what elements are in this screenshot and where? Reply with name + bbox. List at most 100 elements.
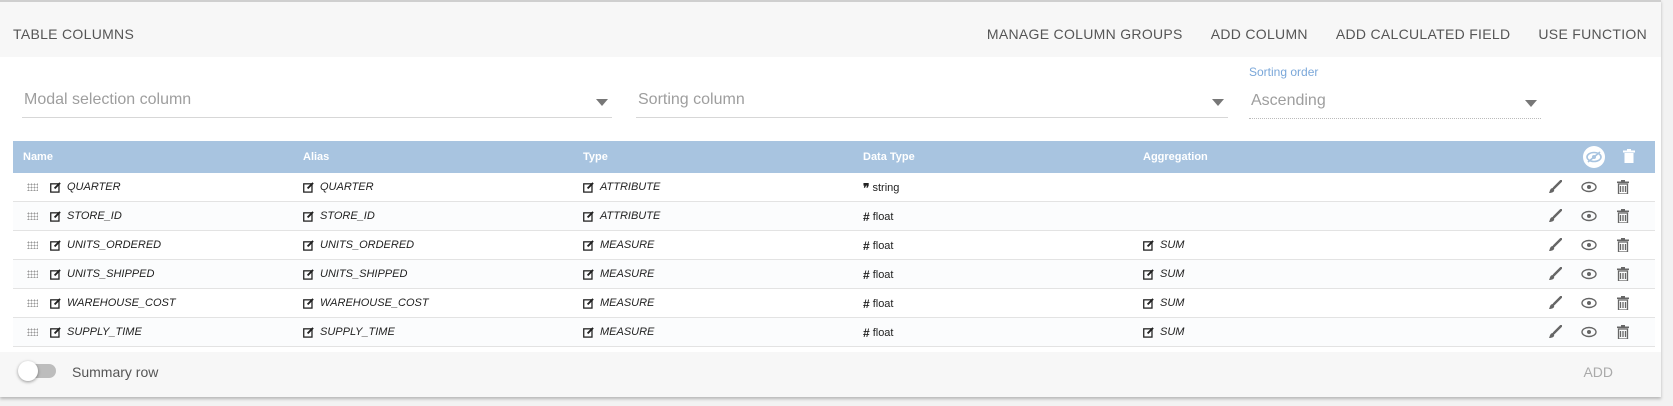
drag-handle-icon[interactable] xyxy=(27,270,38,278)
brush-icon[interactable] xyxy=(1545,178,1565,196)
type-value: MEASURE xyxy=(600,268,655,280)
chevron-down-icon xyxy=(596,99,608,106)
delete-all-icon[interactable] xyxy=(1623,149,1635,168)
row-actions xyxy=(1545,265,1633,283)
table-row: STORE_ID STORE_ID ATTRIBUTE # float xyxy=(13,202,1655,231)
type-cell[interactable]: MEASURE xyxy=(583,268,654,280)
eye-icon[interactable] xyxy=(1579,207,1599,225)
eye-icon[interactable] xyxy=(1579,265,1599,283)
aggregation-value: SUM xyxy=(1160,297,1185,309)
chevron-down-icon xyxy=(1212,99,1224,106)
type-value: ATTRIBUTE xyxy=(600,181,661,193)
trash-icon[interactable] xyxy=(1613,236,1633,254)
header-aggregation: Aggregation xyxy=(1143,151,1208,163)
hash-icon: # xyxy=(863,268,870,282)
add-column-button[interactable]: ADD COLUMN xyxy=(1211,26,1308,42)
edit-icon xyxy=(303,239,314,251)
table-row: SUPPLY_TIME SUPPLY_TIME MEASURE # float SUM xyxy=(13,318,1655,347)
alias-cell[interactable]: QUARTER xyxy=(303,181,374,193)
sorting-order-value: Ascending xyxy=(1251,92,1326,109)
sorting-order-select[interactable]: Ascending xyxy=(1249,86,1541,119)
sorting-column-placeholder: Sorting column xyxy=(638,91,745,108)
alias-value: STORE_ID xyxy=(320,210,375,222)
type-cell[interactable]: MEASURE xyxy=(583,326,654,338)
row-actions xyxy=(1545,207,1633,225)
type-cell[interactable]: ATTRIBUTE xyxy=(583,181,660,193)
name-cell[interactable]: UNITS_SHIPPED xyxy=(50,268,154,280)
row-actions xyxy=(1545,236,1633,254)
content-area: Modal selection column Sorting column So… xyxy=(0,57,1661,352)
name-cell[interactable]: STORE_ID xyxy=(50,210,122,222)
eye-icon[interactable] xyxy=(1579,236,1599,254)
name-cell[interactable]: QUARTER xyxy=(50,181,121,193)
type-value: MEASURE xyxy=(600,297,655,309)
name-cell[interactable]: WAREHOUSE_COST xyxy=(50,297,176,309)
use-function-button[interactable]: USE FUNCTION xyxy=(1538,26,1647,42)
drag-handle-icon[interactable] xyxy=(27,183,38,191)
aggregation-cell[interactable]: SUM xyxy=(1143,268,1184,280)
edit-icon xyxy=(583,181,594,193)
drag-handle-icon[interactable] xyxy=(27,328,38,336)
alias-cell[interactable]: UNITS_ORDERED xyxy=(303,239,414,251)
toggle-all-visibility-icon[interactable] xyxy=(1583,146,1605,168)
edit-icon xyxy=(583,210,594,222)
hash-icon: # xyxy=(863,297,870,311)
drag-handle-icon[interactable] xyxy=(27,241,38,249)
brush-icon[interactable] xyxy=(1545,294,1565,312)
aggregation-cell[interactable]: SUM xyxy=(1143,326,1184,338)
data-type-cell: ❞ string xyxy=(863,181,899,195)
modal-selection-placeholder: Modal selection column xyxy=(24,91,192,108)
drag-handle-icon[interactable] xyxy=(27,299,38,307)
edit-icon xyxy=(50,326,61,338)
alias-cell[interactable]: SUPPLY_TIME xyxy=(303,326,395,338)
header-type: Type xyxy=(583,151,608,163)
alias-cell[interactable]: WAREHOUSE_COST xyxy=(303,297,429,309)
add-button[interactable]: ADD xyxy=(1583,364,1613,380)
alias-value: SUPPLY_TIME xyxy=(320,326,395,338)
type-cell[interactable]: MEASURE xyxy=(583,239,654,251)
trash-icon[interactable] xyxy=(1613,207,1633,225)
edit-icon xyxy=(1143,297,1154,309)
aggregation-cell[interactable]: SUM xyxy=(1143,297,1184,309)
header-name: Name xyxy=(23,151,53,163)
edit-icon xyxy=(583,326,594,338)
edit-icon xyxy=(1143,239,1154,251)
trash-icon[interactable] xyxy=(1613,294,1633,312)
edit-icon xyxy=(303,210,314,222)
add-calculated-field-button[interactable]: ADD CALCULATED FIELD xyxy=(1336,26,1511,42)
brush-icon[interactable] xyxy=(1545,323,1565,341)
alias-value: WAREHOUSE_COST xyxy=(320,297,429,309)
brush-icon[interactable] xyxy=(1545,265,1565,283)
edit-icon xyxy=(1143,268,1154,280)
drag-handle-icon[interactable] xyxy=(27,212,38,220)
data-type-cell: # float xyxy=(863,210,893,224)
brush-icon[interactable] xyxy=(1545,207,1565,225)
brush-icon[interactable] xyxy=(1545,236,1565,254)
eye-icon[interactable] xyxy=(1579,178,1599,196)
type-value: MEASURE xyxy=(600,239,655,251)
sorting-column-select[interactable]: Sorting column xyxy=(636,85,1228,118)
data-type-cell: # float xyxy=(863,239,893,253)
table-row: WAREHOUSE_COST WAREHOUSE_COST MEASURE # floa… xyxy=(13,289,1655,318)
data-type-value: float xyxy=(872,211,894,223)
trash-icon[interactable] xyxy=(1613,265,1633,283)
trash-icon[interactable] xyxy=(1613,178,1633,196)
hash-icon: # xyxy=(863,326,870,340)
trash-icon[interactable] xyxy=(1613,323,1633,341)
aggregation-value: SUM xyxy=(1160,326,1185,338)
modal-selection-select[interactable]: Modal selection column xyxy=(22,85,612,118)
data-type-value: float xyxy=(872,327,894,339)
sorting-order-label: Sorting order xyxy=(1249,65,1319,79)
summary-row-toggle[interactable] xyxy=(18,361,56,381)
eye-icon[interactable] xyxy=(1579,323,1599,341)
name-cell[interactable]: UNITS_ORDERED xyxy=(50,239,161,251)
manage-column-groups-button[interactable]: MANAGE COLUMN GROUPS xyxy=(987,26,1183,42)
type-cell[interactable]: ATTRIBUTE xyxy=(583,210,660,222)
name-cell[interactable]: SUPPLY_TIME xyxy=(50,326,142,338)
aggregation-cell[interactable]: SUM xyxy=(1143,239,1184,251)
eye-icon[interactable] xyxy=(1579,294,1599,312)
type-cell[interactable]: MEASURE xyxy=(583,297,654,309)
alias-cell[interactable]: STORE_ID xyxy=(303,210,375,222)
data-type-value: float xyxy=(872,298,894,310)
alias-cell[interactable]: UNITS_SHIPPED xyxy=(303,268,407,280)
